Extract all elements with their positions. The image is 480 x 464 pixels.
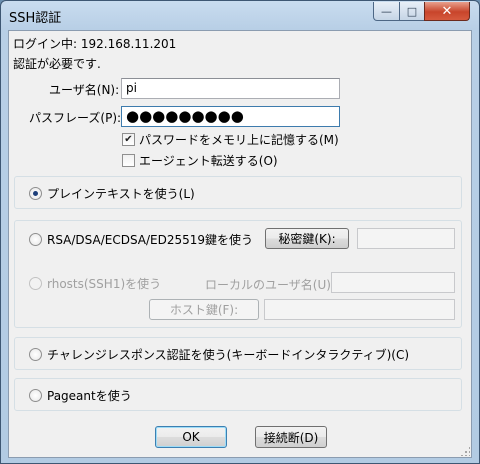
pageant-label: Pageantを使う [47, 389, 132, 403]
plaintext-radio[interactable]: プレインテキストを使う(L) [29, 185, 195, 202]
disconnect-button-label: 接続断(D) [263, 430, 319, 445]
minimize-icon: — [381, 4, 392, 18]
username-value: pi [126, 81, 137, 95]
rhosts-label: rhosts(SSH1)を使う [47, 277, 162, 291]
radio-selected-icon [29, 187, 42, 200]
dialog-client-area: ログイン中: 192.168.11.201 認証が必要です. ユーザ名(N): … [8, 30, 472, 458]
plaintext-label: プレインテキストを使う(L) [47, 187, 195, 201]
challenge-radio[interactable]: チャレンジレスポンス認証を使う(キーボードインタラクティブ)(C) [29, 346, 409, 363]
radio-unselected-icon [29, 233, 42, 246]
radio-disabled-icon [29, 277, 42, 290]
pageant-radio[interactable]: Pageantを使う [29, 387, 132, 404]
disconnect-button[interactable]: 接続断(D) [255, 426, 327, 448]
login-status-text: ログイン中: 192.168.11.201 [13, 37, 177, 51]
username-input[interactable]: pi [121, 78, 340, 99]
minimize-button[interactable]: — [373, 2, 400, 21]
passphrase-input[interactable]: ●●●●●●●●● [121, 106, 340, 127]
local-user-label: ローカルのユーザ名(U): [205, 278, 335, 292]
username-label: ユーザ名(N): [49, 83, 120, 97]
rsa-label: RSA/DSA/ECDSA/ED25519鍵を使う [47, 233, 254, 247]
title-bar[interactable]: SSH認証 — □ ✕ [1, 1, 479, 29]
close-icon: ✕ [441, 3, 453, 19]
ok-button-label: OK [182, 430, 200, 444]
private-key-button-label: 秘密鍵(K): [278, 232, 336, 246]
private-key-path-input[interactable] [357, 228, 455, 249]
auth-required-text: 認証が必要です. [13, 57, 101, 71]
passphrase-label: パスフレーズ(P): [29, 111, 122, 125]
window-title: SSH認証 [9, 11, 62, 26]
rsa-radio[interactable]: RSA/DSA/ECDSA/ED25519鍵を使う [29, 231, 253, 248]
challenge-label: チャレンジレスポンス認証を使う(キーボードインタラクティブ)(C) [47, 348, 410, 362]
maximize-button[interactable]: □ [399, 2, 425, 21]
radio-unselected-icon [29, 389, 42, 402]
host-key-path-input[interactable] [264, 299, 455, 320]
close-button[interactable]: ✕ [424, 2, 470, 21]
local-user-input[interactable] [331, 272, 455, 293]
checkbox-checked-icon: ✔ [122, 133, 135, 146]
radio-dot-icon [33, 191, 38, 196]
checkbox-unchecked-icon [122, 154, 135, 167]
remember-password-label: パスワードをメモリ上に記憶する(M) [139, 133, 339, 147]
agent-forward-label: エージェント転送する(O) [139, 154, 278, 168]
ssh-auth-dialog: SSH認証 — □ ✕ ログイン中: 192.168.11.201 認証が必要で… [0, 0, 480, 464]
rhosts-radio[interactable]: rhosts(SSH1)を使う [29, 275, 161, 292]
remember-password-checkbox[interactable]: ✔ パスワードをメモリ上に記憶する(M) [122, 131, 339, 148]
host-key-button-label: ホスト鍵(F): [169, 303, 239, 317]
maximize-icon: □ [406, 4, 418, 18]
resize-grip-icon[interactable] [460, 446, 470, 456]
agent-forward-checkbox[interactable]: エージェント転送する(O) [122, 152, 278, 169]
private-key-button[interactable]: 秘密鍵(K): [265, 228, 349, 249]
passphrase-mask: ●●●●●●●●● [126, 107, 244, 125]
radio-unselected-icon [29, 348, 42, 361]
ok-button[interactable]: OK [155, 426, 227, 448]
host-key-button[interactable]: ホスト鍵(F): [149, 299, 259, 320]
